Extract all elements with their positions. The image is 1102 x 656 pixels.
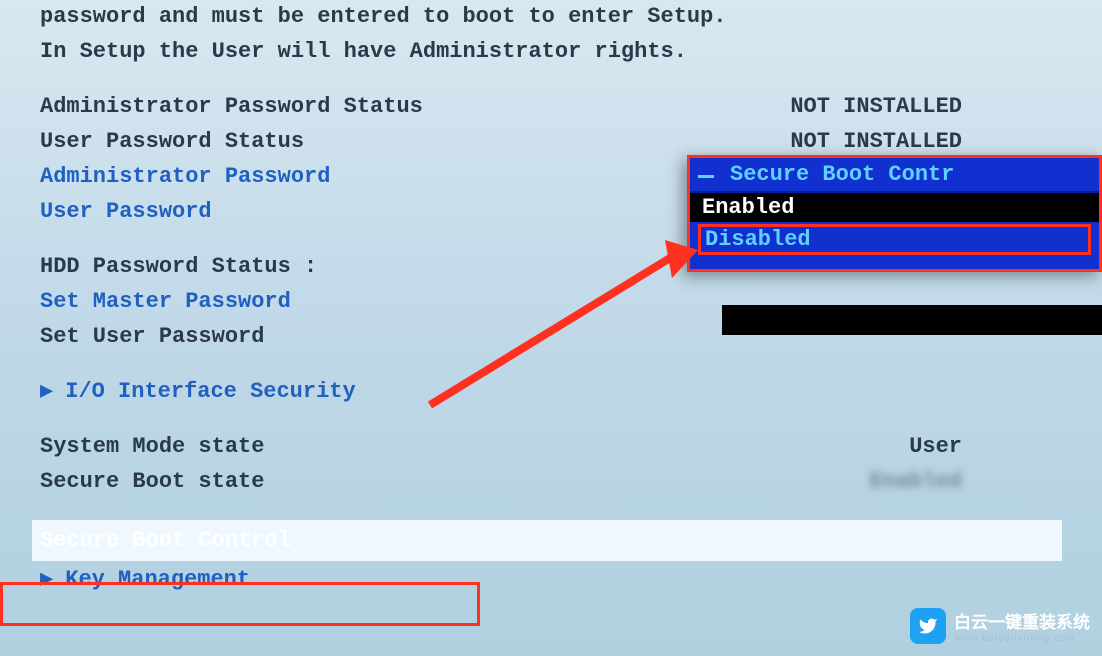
- header-text-1: password and must be entered to boot to …: [40, 0, 727, 33]
- admin-password-status-value: NOT INSTALLED: [790, 90, 1062, 123]
- secure-boot-control-item[interactable]: Secure Boot Control: [32, 520, 1062, 561]
- admin-password-label: Administrator Password: [40, 160, 330, 193]
- admin-password-status-label: Administrator Password Status: [40, 90, 423, 123]
- system-mode-state-value: User: [909, 430, 1062, 463]
- system-mode-state-label: System Mode state: [40, 430, 264, 463]
- io-interface-security-label: I/O Interface Security: [65, 375, 355, 408]
- secure-boot-state-label: Secure Boot state: [40, 465, 264, 498]
- popup-title-bar: Secure Boot Contr: [690, 158, 1099, 193]
- set-user-password-label: Set User Password: [40, 320, 264, 353]
- popup-option-disabled-label: Disabled: [705, 227, 811, 252]
- bottom-highlight-annotation: [0, 582, 480, 626]
- set-master-password-label: Set Master Password: [40, 285, 291, 318]
- admin-password-status-row: Administrator Password Status NOT INSTAL…: [40, 90, 1062, 123]
- secure-boot-state-row: Secure Boot state Enabled: [40, 465, 1062, 498]
- submenu-arrow-icon: ▶: [40, 375, 53, 408]
- watermark-main-text: 白云一键重装系统: [954, 608, 1090, 633]
- popup-option-disabled[interactable]: Disabled: [698, 224, 1091, 255]
- header-line-1: password and must be entered to boot to …: [40, 0, 1062, 33]
- black-bar-element: [722, 305, 1102, 335]
- user-password-status-label: User Password Status: [40, 125, 304, 158]
- user-password-status-row: User Password Status NOT INSTALLED: [40, 125, 1062, 158]
- header-text-2: In Setup the User will have Administrato…: [40, 35, 687, 68]
- header-line-2: In Setup the User will have Administrato…: [40, 35, 1062, 68]
- user-password-label: User Password: [40, 195, 212, 228]
- secure-boot-control-popup: Secure Boot Contr Enabled Disabled: [687, 155, 1102, 272]
- watermark: 白云一键重装系统 www.baiyunxitong.com: [910, 608, 1090, 644]
- secure-boot-state-value: Enabled: [870, 465, 1062, 498]
- popup-title-text: Secure Boot Contr: [702, 162, 954, 187]
- watermark-sub-text: www.baiyunxitong.com: [954, 633, 1090, 644]
- popup-option-enabled[interactable]: Enabled: [690, 193, 1099, 222]
- hdd-password-status-label: HDD Password Status :: [40, 250, 317, 283]
- popup-bottom-spacer: [690, 257, 1099, 269]
- io-interface-security-item[interactable]: ▶ I/O Interface Security: [40, 375, 1062, 408]
- watermark-text-block: 白云一键重装系统 www.baiyunxitong.com: [954, 608, 1090, 644]
- system-mode-state-row: System Mode state User: [40, 430, 1062, 463]
- user-password-status-value: NOT INSTALLED: [790, 125, 1062, 158]
- popup-option-enabled-label: Enabled: [702, 195, 794, 220]
- bios-security-panel: password and must be entered to boot to …: [0, 0, 1102, 596]
- watermark-logo-icon: [910, 608, 946, 644]
- secure-boot-control-label: Secure Boot Control: [40, 524, 291, 557]
